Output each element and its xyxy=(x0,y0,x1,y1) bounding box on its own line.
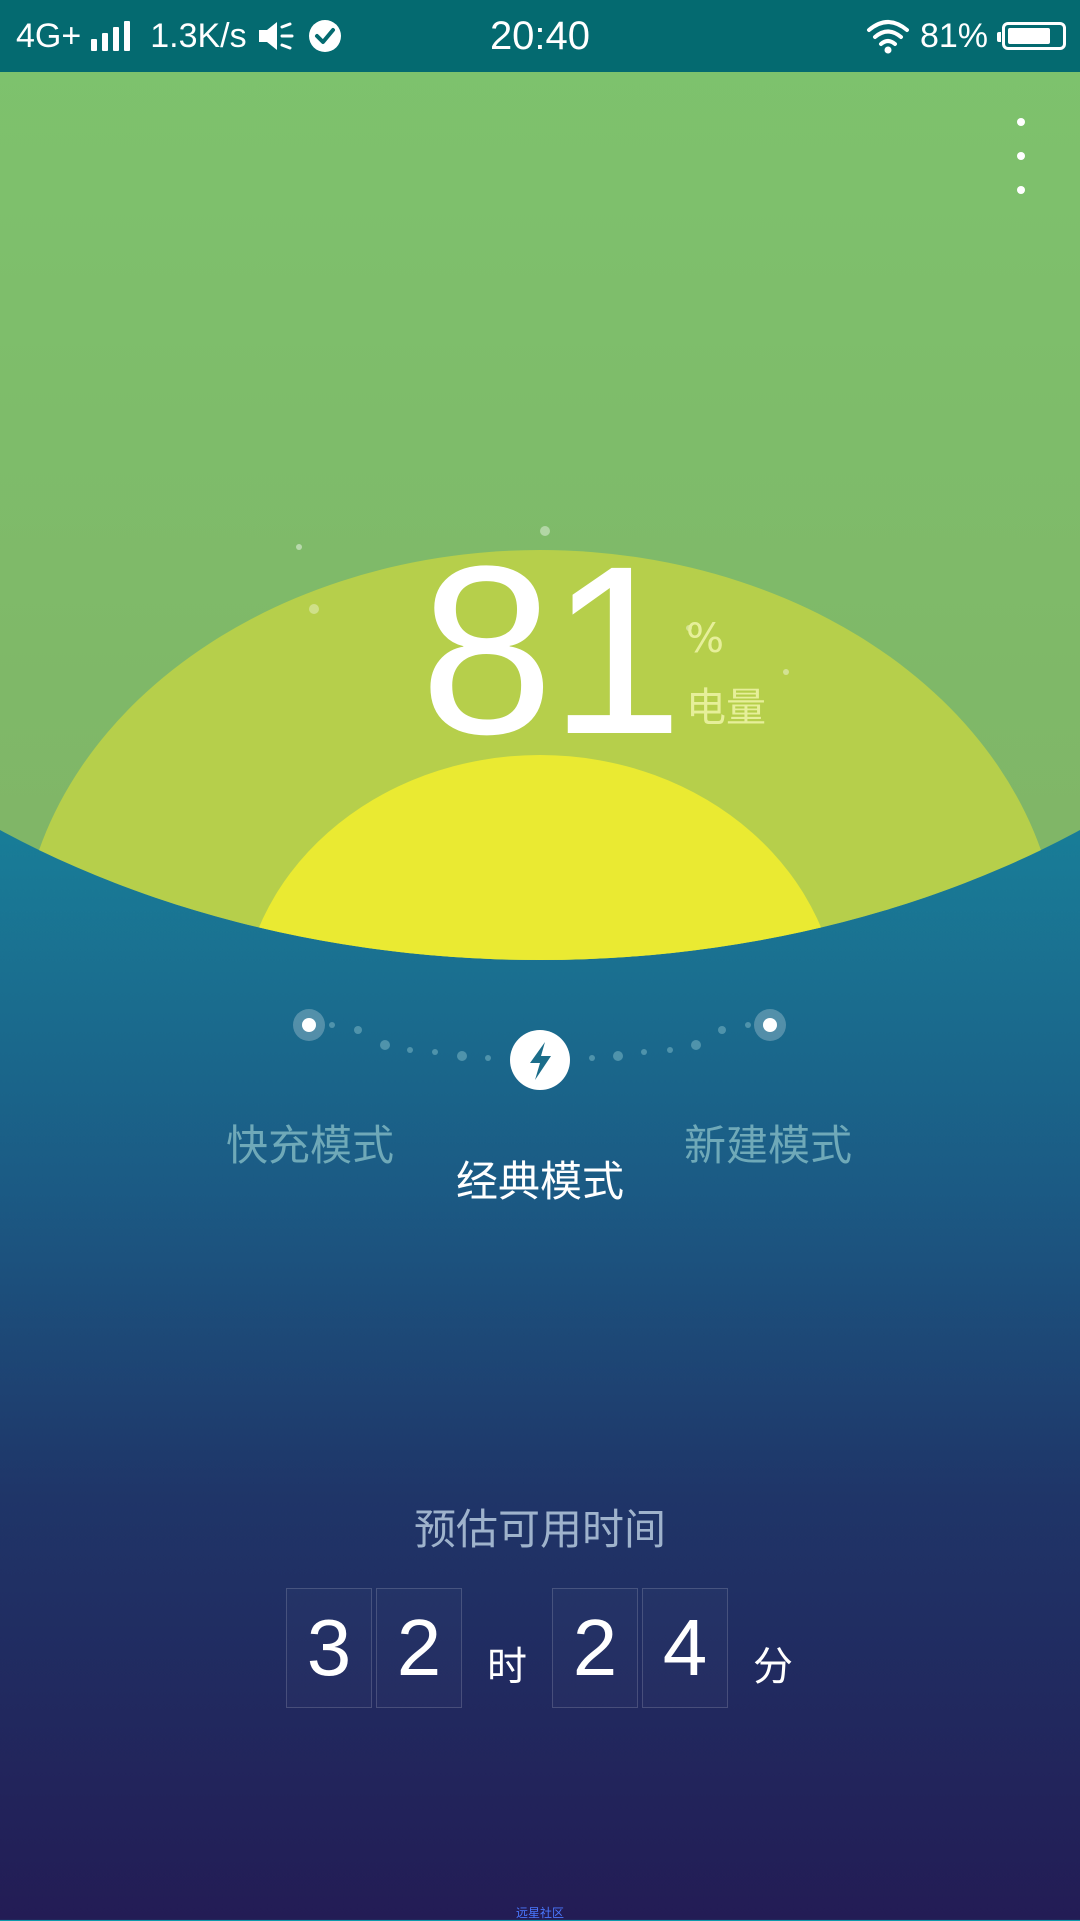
mode-dot-new[interactable] xyxy=(754,1009,786,1041)
battery-label: 电量 xyxy=(686,685,766,731)
watermark: 远星社区 xyxy=(515,1906,564,1920)
sparkle-dot xyxy=(783,669,789,675)
mode-fast-charge[interactable]: 快充模式 xyxy=(200,1112,420,1173)
hours-unit: 时 xyxy=(487,1644,527,1690)
wifi-icon xyxy=(866,20,909,54)
battery-level-value: 81 xyxy=(420,516,683,784)
mode-track-line xyxy=(293,1009,786,1090)
estimate-title: 预估可用时间 xyxy=(413,1505,666,1554)
battery-gauge: 81 % 电量 xyxy=(0,0,1080,980)
percent-symbol: % xyxy=(686,616,725,662)
battery-percent: 81% xyxy=(919,16,988,55)
hours-digit-1: 3 xyxy=(286,1588,372,1708)
lightning-icon[interactable] xyxy=(510,1030,570,1090)
gauge-arcs xyxy=(0,0,1080,960)
minutes-digit-1: 2 xyxy=(552,1588,638,1708)
minutes-digit-2: 4 xyxy=(642,1588,728,1708)
sparkle-dot xyxy=(309,604,319,614)
mode-new[interactable]: 新建模式 xyxy=(658,1112,878,1173)
mode-dot-fast[interactable] xyxy=(293,1009,325,1041)
status-bar: 4G+ 1.3K/s 20:40 81% xyxy=(0,0,1080,72)
more-vertical-icon[interactable] xyxy=(1006,118,1036,194)
battery-icon xyxy=(997,22,1066,50)
status-right: 81% xyxy=(866,0,1066,72)
charging-screen: 4G+ 1.3K/s 20:40 81% 81 % 电量 快充模式 经典模式 新… xyxy=(0,0,1080,1920)
battery-fill xyxy=(1008,28,1051,44)
mode-classic[interactable]: 经典模式 xyxy=(430,1148,650,1209)
mode-selector xyxy=(0,990,1080,1090)
minutes-unit: 分 xyxy=(753,1644,793,1690)
sparkle-dot xyxy=(296,544,302,550)
hours-digit-2: 2 xyxy=(376,1588,462,1708)
